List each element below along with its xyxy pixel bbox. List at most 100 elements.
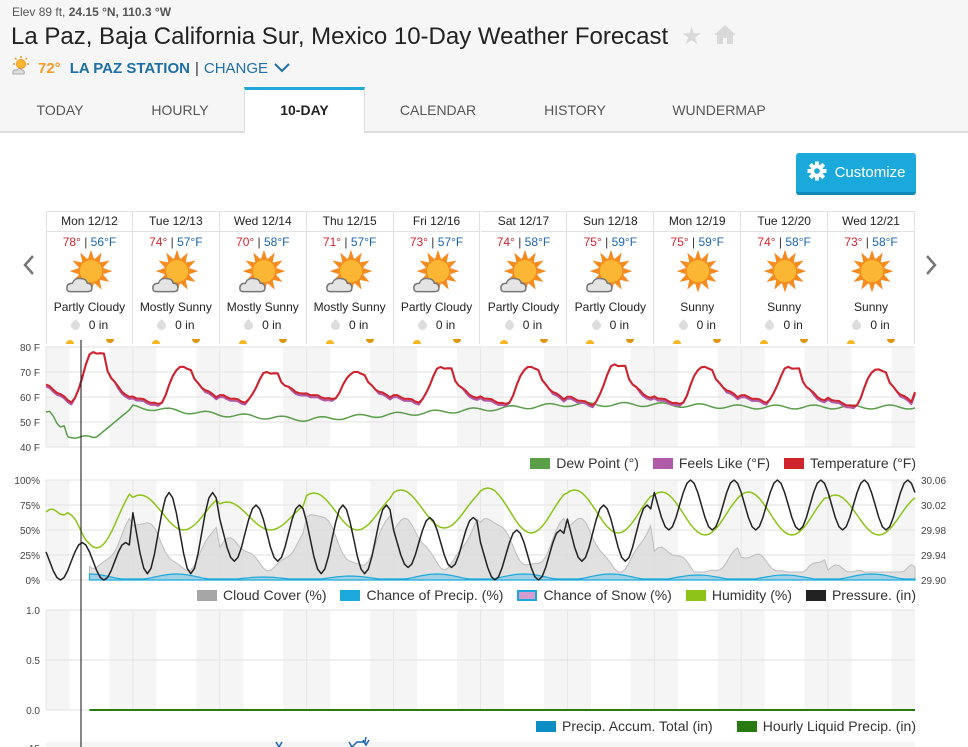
favorite-star-icon[interactable]: ★ — [681, 23, 703, 50]
day-high-temp: 78° — [62, 235, 81, 249]
day-precip-value: 0 in — [609, 318, 630, 332]
day-condition: Partly Cloudy — [53, 300, 126, 314]
station-name-link[interactable]: LA PAZ STATION — [70, 60, 190, 77]
forecast-day-2[interactable]: Wed 12/14 70° | 58°F Mostly Sunny 0 in — [219, 211, 307, 344]
legend-precip-accum[interactable]: Precip. Accum. Total (in) — [536, 718, 713, 734]
precip-y-tick: 1.0 — [26, 606, 40, 617]
customize-button[interactable]: Customize — [796, 153, 916, 195]
day-condition: Sunny — [767, 300, 802, 314]
legend-pressure[interactable]: Pressure. (in) — [805, 587, 916, 603]
tab-hourly[interactable]: HOURLY — [140, 87, 220, 131]
day-condition: Mostly Sunny — [139, 300, 212, 314]
day-high-temp: 73° — [409, 235, 428, 249]
partly-cloudy-icon — [412, 249, 464, 302]
day-high-temp: 73° — [844, 235, 863, 249]
forecast-day-3[interactable]: Thu 12/15 71° | 57°F Mostly Sunny 0 in — [306, 211, 394, 344]
tab-today[interactable]: TODAY — [22, 87, 98, 131]
sky-y-tick-left: 50% — [20, 526, 40, 537]
precip-y-tick: 0.0 — [26, 706, 40, 717]
temp-y-tick: 80 F — [20, 343, 40, 354]
legend-feels-like[interactable]: Feels Like (°F) — [652, 455, 770, 471]
page-title-row: La Paz, Baja California Sur, Mexico 10-D… — [11, 22, 737, 52]
forecast-day-0[interactable]: Mon 12/12 78° | 56°F Partly Cloudy 0 in — [46, 211, 133, 344]
day-hi-lo: 75° | 59°F — [670, 235, 724, 249]
sky-y-tick-right: 29.90 — [921, 576, 946, 587]
day-name: Mon 12/19 — [654, 211, 741, 232]
day-precip: 0 in — [654, 318, 740, 333]
day-precip-value: 0 in — [348, 318, 369, 332]
page-header: Elev 89 ft, 24.15 °N, 110.3 °W La Paz, B… — [0, 0, 968, 133]
day-precip: 0 in — [307, 318, 393, 333]
raindrop-icon — [155, 319, 169, 333]
partly-cloudy-icon — [65, 249, 117, 302]
sky-y-tick-right: 29.94 — [921, 551, 946, 562]
forecast-day-7[interactable]: Mon 12/19 75° | 59°F Sunny 0 in — [654, 211, 742, 344]
previous-days-arrow-icon[interactable] — [22, 252, 36, 283]
precip-y-tick: 0.5 — [26, 656, 40, 667]
day-hi-lo: 73° | 57°F — [409, 235, 464, 249]
day-name: Wed 12/21 — [828, 211, 914, 232]
forecast-day-6[interactable]: Sun 12/18 75° | 59°F Partly Cloudy 0 in — [567, 211, 655, 344]
legend-humidity[interactable]: Humidity (%) — [685, 587, 792, 603]
partly-cloudy-icon — [151, 249, 203, 302]
forecast-day-8[interactable]: Tue 12/20 74° | 58°F Sunny 0 in — [741, 211, 829, 344]
day-low-temp: 58°F — [785, 235, 811, 249]
station-bar: 72° LA PAZ STATION | CHANGE — [11, 56, 290, 80]
day-low-temp: 58°F — [872, 235, 898, 249]
sunny-icon — [846, 249, 898, 302]
day-precip-value: 0 in — [175, 318, 195, 332]
precip-legend: Precip. Accum. Total (in) Hourly Liquid … — [536, 718, 916, 734]
day-hi-lo: 74° | 57°F — [149, 235, 203, 249]
current-temp: 72° — [38, 59, 61, 77]
day-name: Wed 12/14 — [219, 211, 306, 232]
day-low-temp: 57°F — [437, 235, 464, 249]
forecast-day-9[interactable]: Wed 12/21 73° | 58°F Sunny 0 in — [828, 211, 915, 344]
temperature-legend: Dew Point (°) Feels Like (°F) Temperatur… — [530, 455, 916, 471]
day-low-temp: 59°F — [698, 235, 724, 249]
tab-history[interactable]: HISTORY — [532, 87, 618, 131]
next-days-arrow-icon[interactable] — [924, 252, 938, 283]
day-name: Tue 12/20 — [741, 211, 828, 232]
wind-chart-bg — [46, 742, 915, 747]
legend-temperature[interactable]: Temperature (°F) — [784, 455, 916, 471]
day-name: Sun 12/18 — [567, 211, 654, 232]
day-precip: 0 in — [394, 318, 480, 333]
elev-value: 89 ft, — [38, 5, 66, 19]
tab-calendar[interactable]: CALENDAR — [390, 87, 486, 131]
sky-y-tick-left: 0% — [26, 576, 41, 587]
partly-cloudy-icon — [499, 249, 551, 302]
temp-y-tick: 70 F — [20, 368, 40, 379]
tab-10-day[interactable]: 10-DAY — [244, 87, 365, 133]
raindrop-icon — [676, 319, 690, 333]
day-hi-lo: 73° | 58°F — [844, 235, 898, 249]
day-low-temp: 57°F — [177, 235, 203, 249]
gear-icon — [807, 161, 827, 185]
day-hi-lo: 75° | 59°F — [583, 235, 638, 249]
legend-cloud-cover[interactable]: Cloud Cover (%) — [197, 587, 326, 603]
day-name: Fri 12/16 — [393, 211, 480, 232]
raindrop-icon — [502, 319, 516, 333]
legend-chance-precip[interactable]: Chance of Precip. (%) — [340, 587, 503, 603]
change-station-link[interactable]: CHANGE — [204, 60, 268, 77]
sky-y-tick-right: 30.06 — [921, 476, 946, 487]
legend-dew-point[interactable]: Dew Point (°) — [530, 455, 639, 471]
raindrop-icon — [589, 319, 603, 333]
day-name: Thu 12/15 — [306, 211, 393, 232]
day-precip: 0 in — [133, 318, 219, 333]
forecast-day-5[interactable]: Sat 12/17 74° | 58°F Partly Cloudy 0 in — [480, 211, 568, 344]
legend-hourly-liquid-precip[interactable]: Hourly Liquid Precip. (in) — [736, 718, 916, 734]
forecast-day-1[interactable]: Tue 12/13 74° | 57°F Mostly Sunny 0 in — [132, 211, 220, 344]
forecast-day-4[interactable]: Fri 12/16 73° | 57°F Partly Cloudy 0 in — [393, 211, 481, 344]
day-hi-lo: 71° | 57°F — [322, 235, 377, 249]
day-condition: Sunny — [854, 300, 889, 314]
chevron-down-icon[interactable] — [274, 60, 290, 77]
day-condition: Partly Cloudy — [574, 300, 647, 314]
day-precip: 0 in — [828, 318, 914, 333]
day-high-temp: 74° — [149, 235, 168, 249]
legend-chance-snow[interactable]: Chance of Snow (%) — [517, 587, 672, 603]
raindrop-icon — [850, 319, 864, 333]
home-icon[interactable] — [713, 23, 737, 52]
sky-y-tick-right: 29.98 — [921, 526, 946, 537]
tab-wundermap[interactable]: WUNDERMAP — [662, 87, 776, 131]
day-condition: Sunny — [680, 300, 715, 314]
